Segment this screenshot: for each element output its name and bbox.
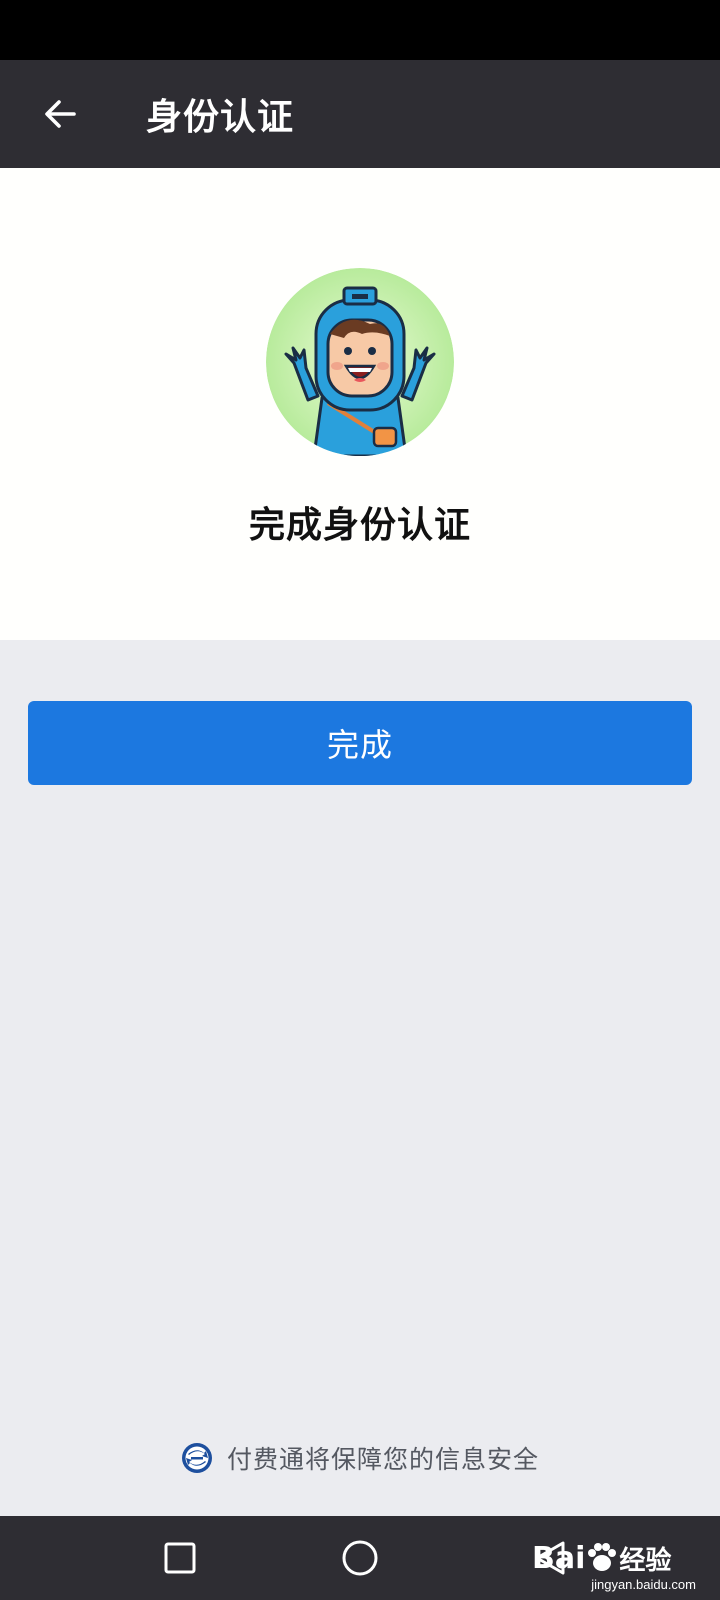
page-title: 身份认证 <box>146 97 295 138</box>
square-recents-icon <box>164 1542 196 1574</box>
fufeitong-logo-icon <box>181 1443 212 1473</box>
baidu-jingyan-watermark: Bai 经验 jingyan.baidu.com <box>532 1522 702 1594</box>
success-title: 完成身份认证 <box>248 505 471 546</box>
security-text: 付费通将保障您的信息安全 <box>226 1445 539 1474</box>
arrow-left-icon <box>45 100 76 128</box>
back-button[interactable] <box>30 84 90 144</box>
home-button[interactable] <box>330 1528 390 1588</box>
security-note: 付费通将保障您的信息安全 <box>0 1436 720 1480</box>
system-nav-bar: Bai 经验 jingyan.baidu.com <box>0 1516 720 1600</box>
watermark-brand: Bai <box>532 1540 586 1576</box>
status-bar <box>0 0 720 60</box>
success-card: 完成身份认证 <box>0 168 720 640</box>
app-bar: 身份认证 <box>0 60 720 168</box>
done-button[interactable]: 完成 <box>28 701 692 785</box>
watermark-site: jingyan.baidu.com <box>591 1577 696 1592</box>
watermark-suffix: 经验 <box>619 1545 672 1576</box>
mascot-avatar-icon <box>266 268 454 456</box>
paw-icon <box>588 1543 617 1571</box>
circle-home-icon <box>342 1540 378 1576</box>
recents-button[interactable] <box>150 1528 210 1588</box>
